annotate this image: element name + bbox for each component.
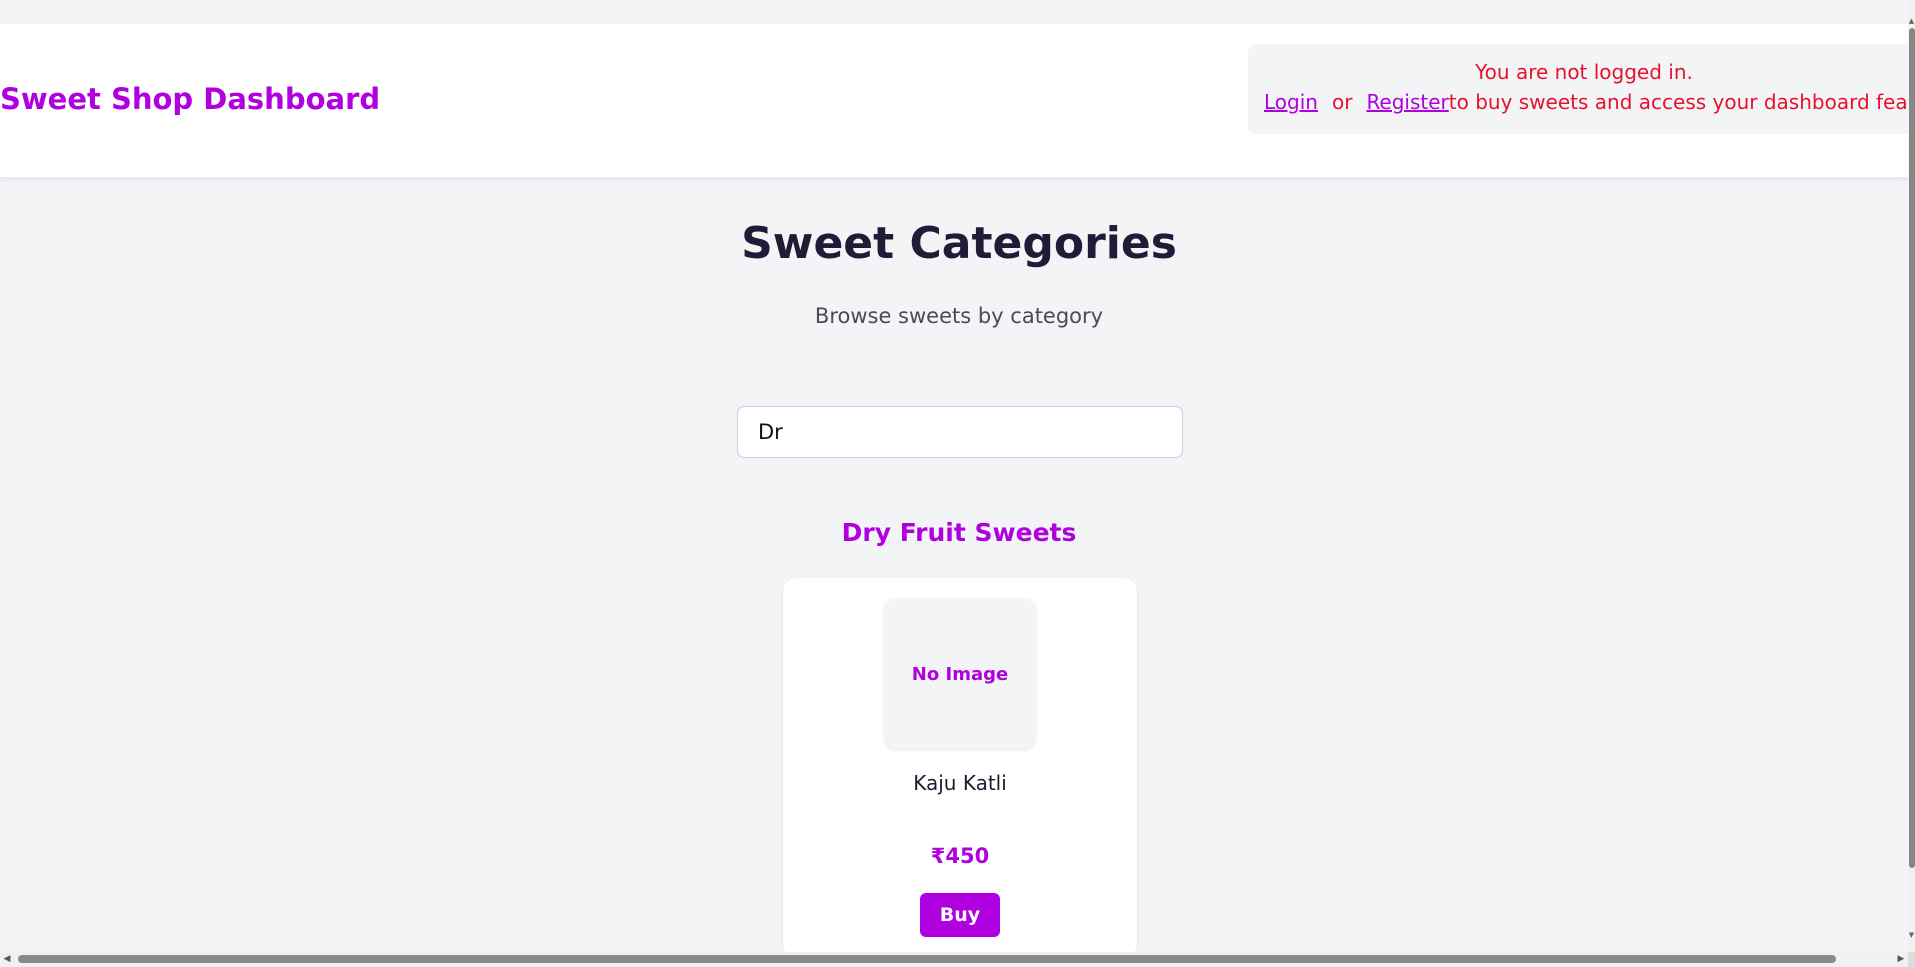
category-search-input[interactable] bbox=[737, 406, 1183, 458]
vertical-scrollbar[interactable]: ▲ ▼ bbox=[1908, 0, 1915, 952]
auth-suffix-text: to buy sweets and access your dashboard … bbox=[1448, 90, 1908, 114]
register-link[interactable]: Register bbox=[1366, 90, 1448, 114]
triangle-up-icon[interactable]: ▲ bbox=[1908, 16, 1915, 26]
sweet-image-placeholder: No Image bbox=[885, 599, 1035, 749]
no-image-text: No Image bbox=[911, 663, 1009, 685]
vertical-scrollbar-thumb[interactable] bbox=[1909, 28, 1915, 868]
buy-button[interactable]: Buy bbox=[920, 893, 1000, 937]
page: Sweet Shop Dashboard You are not logged … bbox=[0, 0, 1908, 952]
auth-message: You are not logged in. bbox=[1475, 60, 1693, 84]
auth-or-text: or bbox=[1331, 90, 1353, 114]
category-title: Dry Fruit Sweets bbox=[841, 518, 1077, 547]
triangle-down-icon[interactable]: ▼ bbox=[1908, 930, 1915, 940]
auth-notice: You are not logged in. Login or Registerto… bbox=[1248, 44, 1908, 134]
login-link[interactable]: Login bbox=[1264, 90, 1318, 114]
sweet-card: No Image Kaju Katli ₹450 Buy bbox=[783, 578, 1137, 952]
scrollbar-corner bbox=[1908, 952, 1915, 967]
sweet-price: ₹450 bbox=[930, 844, 990, 868]
page-title: Sweet Categories bbox=[741, 218, 1177, 269]
brand-title: Sweet Shop Dashboard bbox=[0, 82, 381, 116]
auth-actions: Login or Registerto buy sweets and access … bbox=[1264, 90, 1908, 114]
sweet-name: Kaju Katli bbox=[913, 771, 1007, 795]
triangle-right-icon[interactable]: ▶ bbox=[1894, 952, 1908, 967]
horizontal-scrollbar[interactable]: ◀ ▶ bbox=[0, 952, 1908, 967]
horizontal-scrollbar-thumb[interactable] bbox=[18, 955, 1836, 963]
header: Sweet Shop Dashboard You are not logged … bbox=[0, 24, 1908, 177]
page-subtitle: Browse sweets by category bbox=[814, 304, 1104, 328]
triangle-left-icon[interactable]: ◀ bbox=[0, 952, 14, 967]
